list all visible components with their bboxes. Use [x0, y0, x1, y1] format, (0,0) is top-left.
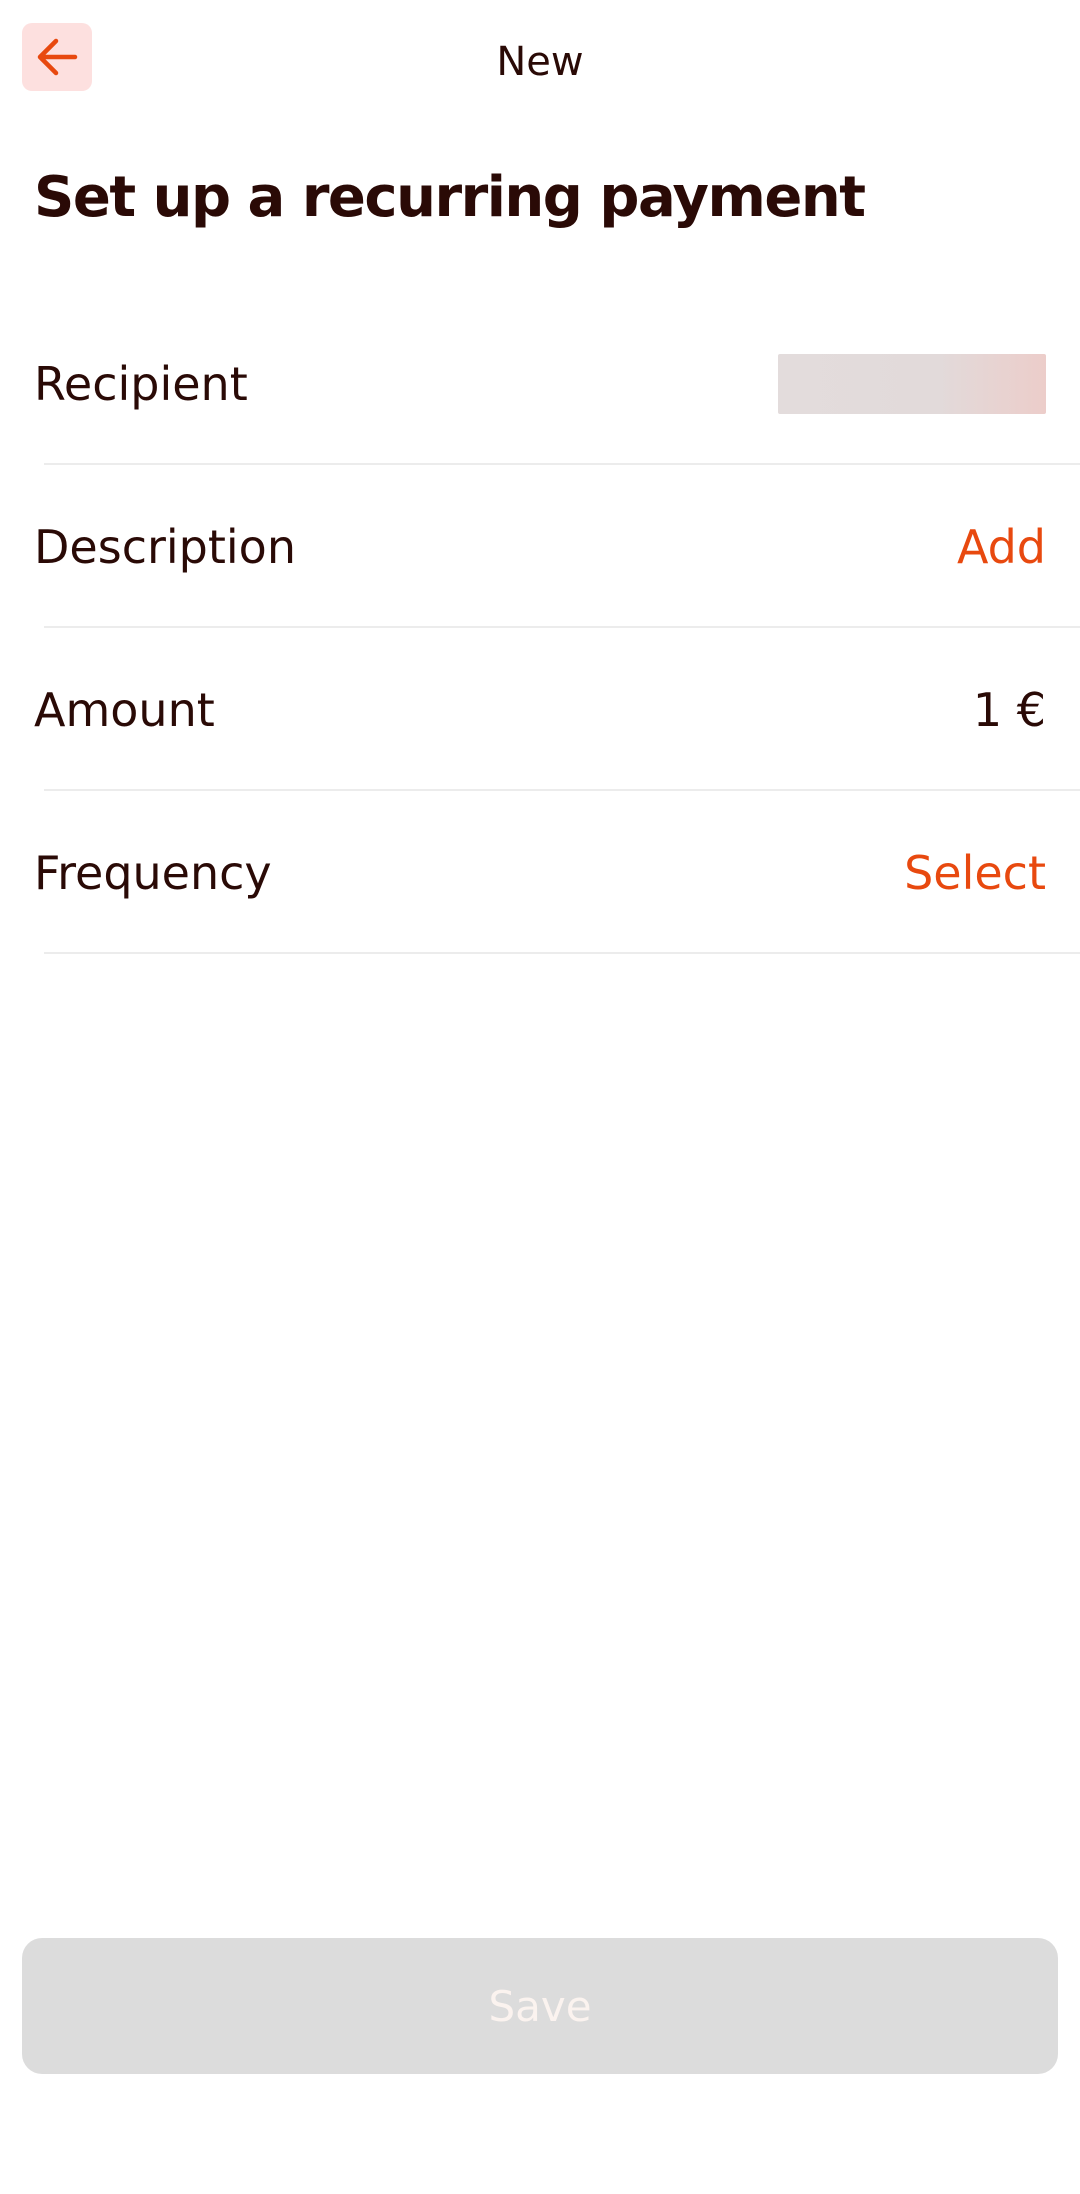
frequency-select-link[interactable]: Select: [904, 843, 1046, 903]
save-button[interactable]: Save: [22, 1938, 1058, 2074]
payment-form: Recipient Description Add Amount 1 € Fre…: [0, 302, 1080, 954]
description-label: Description: [34, 519, 296, 574]
page-title: Set up a recurring payment: [34, 165, 866, 230]
amount-value[interactable]: 1 €: [973, 680, 1046, 740]
description-add-link[interactable]: Add: [957, 517, 1046, 577]
description-row[interactable]: Description Add: [0, 465, 1080, 628]
recipient-row[interactable]: Recipient: [0, 302, 1080, 465]
frequency-label: Frequency: [34, 845, 272, 900]
amount-row[interactable]: Amount 1 €: [0, 628, 1080, 791]
recipient-value-redacted: [778, 353, 1046, 414]
frequency-row[interactable]: Frequency Select: [0, 791, 1080, 954]
amount-label: Amount: [34, 682, 215, 737]
recipient-label: Recipient: [34, 356, 248, 411]
nav-title: New: [496, 39, 584, 85]
